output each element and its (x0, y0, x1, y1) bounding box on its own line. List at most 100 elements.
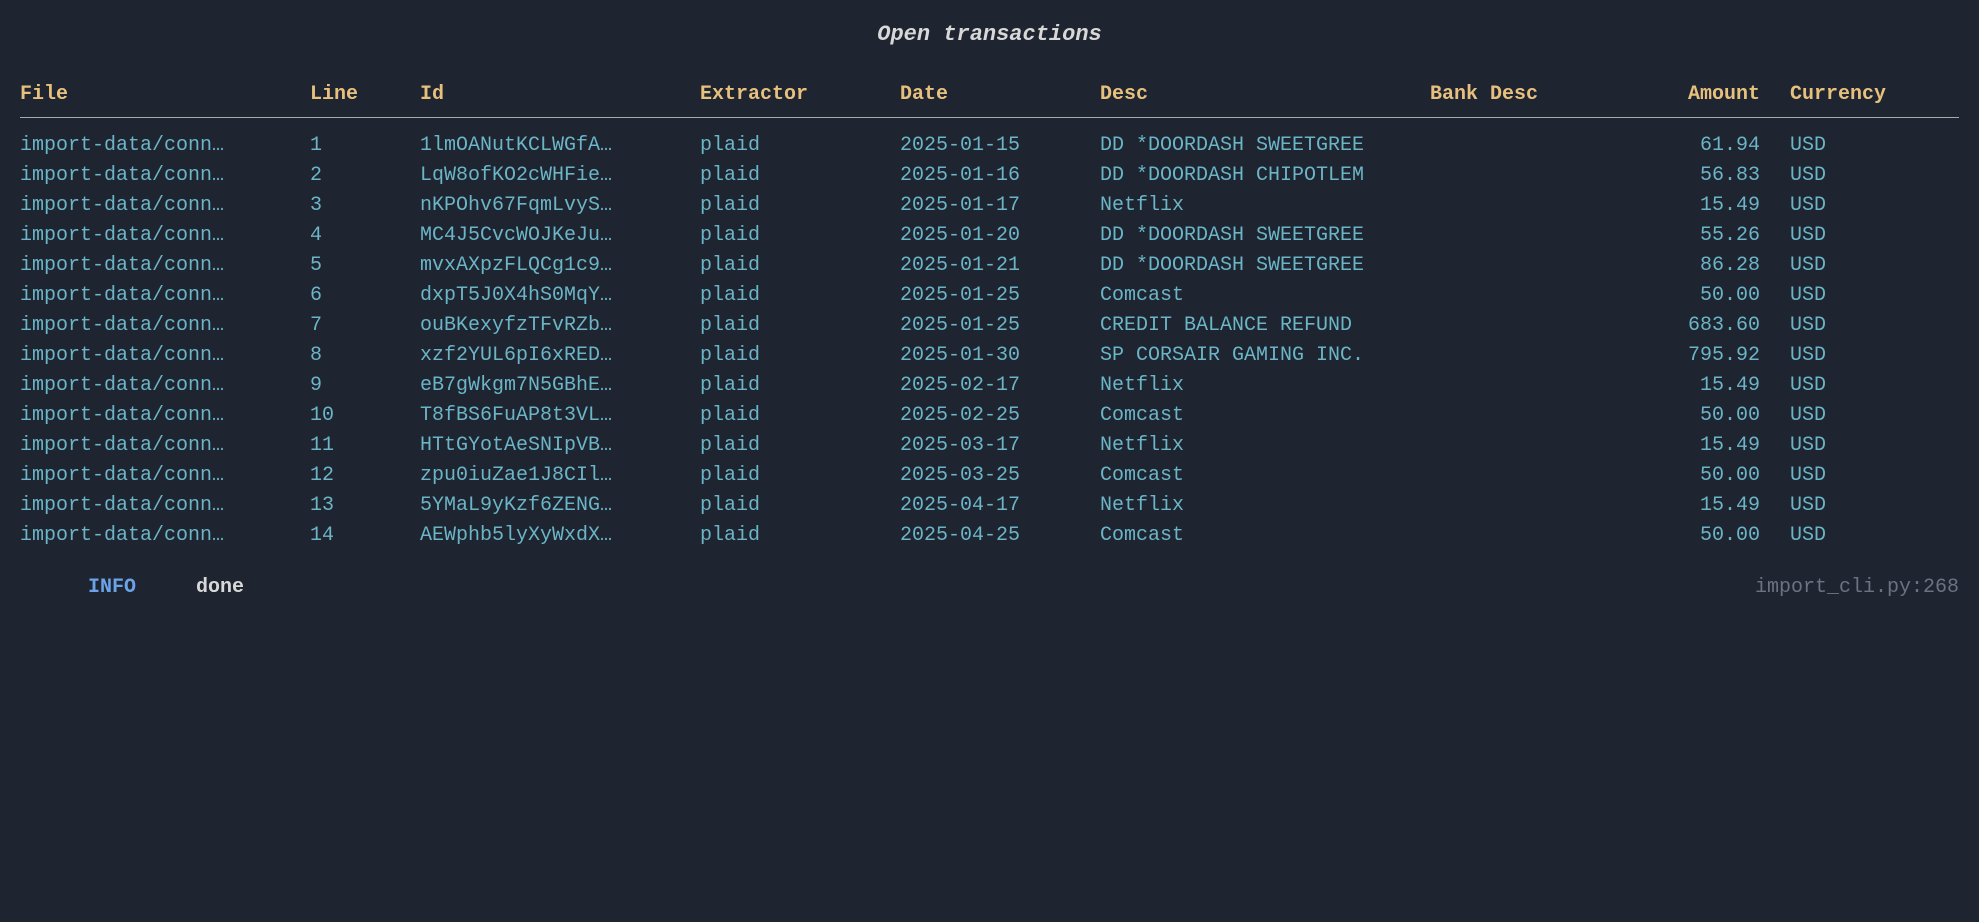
cell-date: 2025-02-25 (900, 402, 1100, 430)
cell-extractor: plaid (700, 312, 900, 340)
cell-id: dxpT5J0X4hS0MqY… (420, 282, 700, 310)
col-date: Date (900, 81, 1100, 109)
cell-amount: 50.00 (1610, 522, 1760, 550)
cell-id: zpu0iuZae1J8CIl… (420, 462, 700, 490)
cell-desc: Netflix (1100, 372, 1430, 400)
cell-desc: Comcast (1100, 462, 1430, 490)
table-row: import-data/conn…11HTtGYotAeSNIpVB…plaid… (20, 432, 1959, 460)
cell-line: 12 (310, 462, 420, 490)
cell-file: import-data/conn… (20, 402, 310, 430)
cell-amount: 50.00 (1610, 402, 1760, 430)
cell-extractor: plaid (700, 342, 900, 370)
cell-extractor: plaid (700, 402, 900, 430)
cell-line: 2 (310, 162, 420, 190)
cell-line: 13 (310, 492, 420, 520)
cell-amount: 56.83 (1610, 162, 1760, 190)
cell-date: 2025-01-15 (900, 132, 1100, 160)
cell-desc: CREDIT BALANCE REFUND (1100, 312, 1430, 340)
table-row: import-data/conn…8xzf2YUL6pI6xRED…plaid2… (20, 342, 1959, 370)
col-currency: Currency (1760, 81, 1890, 109)
cell-id: HTtGYotAeSNIpVB… (420, 432, 700, 460)
cell-extractor: plaid (700, 252, 900, 280)
cell-currency: USD (1760, 162, 1890, 190)
cell-file: import-data/conn… (20, 432, 310, 460)
cell-file: import-data/conn… (20, 282, 310, 310)
table-row: import-data/conn…5mvxAXpzFLQCg1c9…plaid2… (20, 252, 1959, 280)
col-amount: Amount (1610, 81, 1760, 109)
table-row: import-data/conn…4MC4J5CvcWOJKeJu…plaid2… (20, 222, 1959, 250)
cell-file: import-data/conn… (20, 162, 310, 190)
footer: INFO done import_cli.py:268 (20, 574, 1959, 602)
cell-desc: DD *DOORDASH CHIPOTLEM (1100, 162, 1430, 190)
cell-amount: 15.49 (1610, 432, 1760, 460)
cell-desc: Comcast (1100, 282, 1430, 310)
table-row: import-data/conn…10T8fBS6FuAP8t3VL…plaid… (20, 402, 1959, 430)
cell-line: 7 (310, 312, 420, 340)
cell-extractor: plaid (700, 162, 900, 190)
cell-extractor: plaid (700, 432, 900, 460)
log-message-done: done (196, 574, 244, 602)
cell-line: 9 (310, 372, 420, 400)
cell-amount: 86.28 (1610, 252, 1760, 280)
cell-date: 2025-01-30 (900, 342, 1100, 370)
cell-currency: USD (1760, 492, 1890, 520)
cell-currency: USD (1760, 342, 1890, 370)
cell-currency: USD (1760, 522, 1890, 550)
col-id: Id (420, 81, 700, 109)
table-row: import-data/conn…12zpu0iuZae1J8CIl…plaid… (20, 462, 1959, 490)
cell-amount: 795.92 (1610, 342, 1760, 370)
cell-desc: DD *DOORDASH SWEETGREE (1100, 132, 1430, 160)
cell-line: 10 (310, 402, 420, 430)
cell-currency: USD (1760, 192, 1890, 220)
cell-currency: USD (1760, 462, 1890, 490)
table-row: import-data/conn…2LqW8ofKO2cWHFie…plaid2… (20, 162, 1959, 190)
cell-id: LqW8ofKO2cWHFie… (420, 162, 700, 190)
col-extractor: Extractor (700, 81, 900, 109)
table-header-row: File Line Id Extractor Date Desc Bank De… (20, 81, 1959, 118)
cell-file: import-data/conn… (20, 342, 310, 370)
cell-id: 5YMaL9yKzf6ZENG… (420, 492, 700, 520)
cell-date: 2025-03-25 (900, 462, 1100, 490)
cell-line: 3 (310, 192, 420, 220)
cell-id: xzf2YUL6pI6xRED… (420, 342, 700, 370)
cell-desc: DD *DOORDASH SWEETGREE (1100, 222, 1430, 250)
cell-date: 2025-01-25 (900, 312, 1100, 340)
cell-extractor: plaid (700, 192, 900, 220)
cell-file: import-data/conn… (20, 252, 310, 280)
cell-currency: USD (1760, 252, 1890, 280)
cell-file: import-data/conn… (20, 522, 310, 550)
cell-file: import-data/conn… (20, 312, 310, 340)
cell-line: 4 (310, 222, 420, 250)
col-file: File (20, 81, 310, 109)
cell-date: 2025-01-21 (900, 252, 1100, 280)
cell-date: 2025-01-25 (900, 282, 1100, 310)
cell-amount: 683.60 (1610, 312, 1760, 340)
page-title: Open transactions (20, 20, 1959, 51)
cell-id: eB7gWkgm7N5GBhE… (420, 372, 700, 400)
cell-extractor: plaid (700, 372, 900, 400)
cell-line: 11 (310, 432, 420, 460)
cell-id: nKPOhv67FqmLvyS… (420, 192, 700, 220)
cell-amount: 15.49 (1610, 372, 1760, 400)
cell-date: 2025-03-17 (900, 432, 1100, 460)
table-row: import-data/conn…11lmOANutKCLWGfA…plaid2… (20, 132, 1959, 160)
cell-desc: DD *DOORDASH SWEETGREE (1100, 252, 1430, 280)
table-row: import-data/conn…9eB7gWkgm7N5GBhE…plaid2… (20, 372, 1959, 400)
cell-date: 2025-02-17 (900, 372, 1100, 400)
cell-id: MC4J5CvcWOJKeJu… (420, 222, 700, 250)
log-level-info: INFO (88, 574, 136, 602)
cell-line: 5 (310, 252, 420, 280)
cell-desc: Comcast (1100, 402, 1430, 430)
cell-amount: 61.94 (1610, 132, 1760, 160)
cell-desc: Netflix (1100, 492, 1430, 520)
cell-desc: Netflix (1100, 432, 1430, 460)
transactions-table: File Line Id Extractor Date Desc Bank De… (20, 81, 1959, 550)
cell-currency: USD (1760, 282, 1890, 310)
col-desc: Desc (1100, 81, 1430, 109)
cell-id: T8fBS6FuAP8t3VL… (420, 402, 700, 430)
cell-date: 2025-01-17 (900, 192, 1100, 220)
cell-date: 2025-04-17 (900, 492, 1100, 520)
cell-file: import-data/conn… (20, 372, 310, 400)
cell-amount: 50.00 (1610, 282, 1760, 310)
cell-line: 8 (310, 342, 420, 370)
